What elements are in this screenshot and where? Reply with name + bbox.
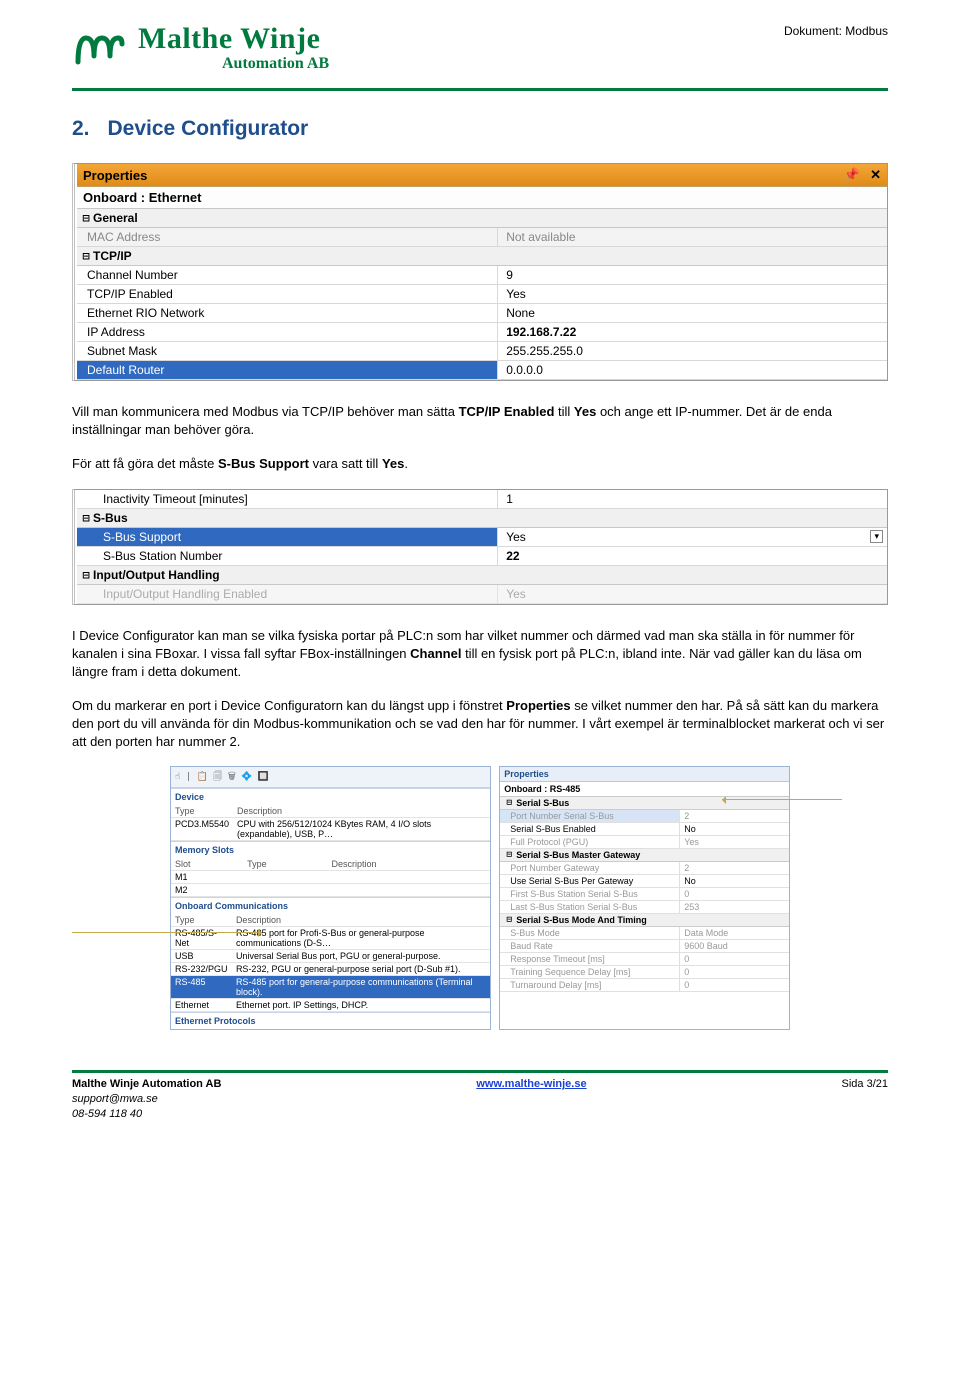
row-full-protocol[interactable]: Full Protocol (PGU)Yes: [500, 836, 789, 849]
screenshot-device-config: ☝ | 📋 🗐 🗑 💠 🔲 Device TypeDescription PCD…: [72, 766, 888, 1030]
row-ip[interactable]: IP Address 192.168.7.22: [77, 323, 887, 342]
row-default-router[interactable]: Default Router 0.0.0.0: [77, 361, 887, 380]
row-port-gateway[interactable]: Port Number Gateway2: [500, 862, 789, 875]
close-icon[interactable]: ✕: [870, 167, 881, 183]
row-turnaround-delay[interactable]: Turnaround Delay [ms]0: [500, 979, 789, 992]
panel-title: Properties: [83, 168, 147, 183]
slot-row[interactable]: M2: [171, 884, 490, 897]
toolbar[interactable]: ☝ | 📋 🗐 🗑 💠 🔲: [171, 767, 490, 788]
row-io-enabled: Input/Output Handling Enabled Yes: [77, 585, 887, 604]
row-sbus-enabled[interactable]: Serial S-Bus EnabledNo: [500, 823, 789, 836]
row-mac: MAC Address Not available: [77, 228, 887, 247]
logo: Malthe Winje Automation AB: [72, 24, 329, 72]
device-table: TypeDescription PCD3.M5540CPU with 256/5…: [171, 805, 490, 841]
category-tcpip[interactable]: ⊟TCP/IP: [77, 247, 887, 266]
row-training-delay[interactable]: Training Sequence Delay [ms]0: [500, 966, 789, 979]
footer-right: Sida 3/21: [842, 1077, 888, 1122]
footer-company: Malthe Winje Automation AB: [72, 1078, 221, 1090]
panel-titlebar: Properties 📌 ✕: [77, 164, 887, 187]
paragraph-3: I Device Configurator kan man se vilka f…: [72, 627, 888, 681]
category-io[interactable]: ⊟Input/Output Handling: [77, 566, 887, 585]
screenshot-properties-ethernet: Properties 📌 ✕ Onboard : Ethernet ⊟Gener…: [72, 163, 888, 381]
panel-subtitle: Onboard : Ethernet: [77, 187, 887, 209]
row-last-station[interactable]: Last S-Bus Station Serial S-Bus253: [500, 901, 789, 914]
footer-link[interactable]: www.malthe-winje.se: [476, 1078, 586, 1090]
device-row[interactable]: PCD3.M5540CPU with 256/512/1024 KBytes R…: [171, 818, 490, 841]
footer-center: www.malthe-winje.se: [476, 1077, 586, 1122]
doc-label: Dokument: Modbus: [784, 24, 888, 38]
panel-title: Properties: [500, 767, 789, 782]
row-baud-rate[interactable]: Baud Rate9600 Baud: [500, 940, 789, 953]
comm-row[interactable]: RS-485/S-NetRS-485 port for Profi-S-Bus …: [171, 927, 490, 950]
section-heading: 2. Device Configurator: [72, 117, 888, 141]
arrow-right-icon: [722, 799, 842, 800]
row-first-station[interactable]: First S-Bus Station Serial S-Bus0: [500, 888, 789, 901]
slot-row[interactable]: M1: [171, 871, 490, 884]
memory-heading: Memory Slots: [171, 841, 490, 858]
footer-phone: 08-594 118 40: [72, 1108, 142, 1120]
comm-row[interactable]: USBUniversal Serial Bus port, PGU or gen…: [171, 950, 490, 963]
section-title: Device Configurator: [108, 117, 309, 140]
row-channel[interactable]: Channel Number 9: [77, 266, 887, 285]
category-sbus[interactable]: ⊟S-Bus: [77, 509, 887, 528]
label-mac: MAC Address: [77, 228, 498, 246]
dropdown-icon[interactable]: ▾: [870, 530, 883, 543]
category-mode-timing[interactable]: ⊟Serial S-Bus Mode And Timing: [500, 914, 789, 927]
row-sbus-support[interactable]: S-Bus Support Yes ▾: [77, 528, 887, 547]
comm-heading: Onboard Communications: [171, 897, 490, 914]
logo-text1: Malthe Winje: [138, 24, 329, 54]
screenshot-sbus: Inactivity Timeout [minutes] 1 ⊟S-Bus S-…: [72, 489, 888, 605]
memory-table: SlotTypeDescription M1 M2: [171, 858, 490, 897]
category-master-gateway[interactable]: ⊟Serial S-Bus Master Gateway: [500, 849, 789, 862]
row-sbus-mode[interactable]: S-Bus ModeData Mode: [500, 927, 789, 940]
value-mac: Not available: [498, 228, 887, 246]
row-port-number[interactable]: Port Number Serial S-Bus2: [500, 810, 789, 823]
footer-left: Malthe Winje Automation AB support@mwa.s…: [72, 1077, 221, 1122]
comm-table: TypeDescription RS-485/S-NetRS-485 port …: [171, 914, 490, 1012]
arrow-left-icon: [72, 932, 262, 933]
device-heading: Device: [171, 788, 490, 805]
category-general[interactable]: ⊟General: [77, 209, 887, 228]
row-sbus-station[interactable]: S-Bus Station Number 22: [77, 547, 887, 566]
page-header: Malthe Winje Automation AB Dokument: Mod…: [72, 24, 888, 76]
comm-row[interactable]: RS-232/PGURS-232, PGU or general-purpose…: [171, 963, 490, 976]
paragraph-1: Vill man kommunicera med Modbus via TCP/…: [72, 403, 888, 439]
eth-protocols-heading: Ethernet Protocols: [171, 1012, 490, 1029]
row-use-gateway[interactable]: Use Serial S-Bus Per GatewayNo: [500, 875, 789, 888]
comm-row[interactable]: EthernetEthernet port. IP Settings, DHCP…: [171, 999, 490, 1012]
logo-icon: [72, 26, 128, 71]
row-tcpip-enabled[interactable]: TCP/IP Enabled Yes: [77, 285, 887, 304]
comm-row-selected[interactable]: RS-485RS-485 port for general-purpose co…: [171, 976, 490, 999]
device-pane: ☝ | 📋 🗐 🗑 💠 🔲 Device TypeDescription PCD…: [170, 766, 491, 1030]
row-subnet[interactable]: Subnet Mask 255.255.255.0: [77, 342, 887, 361]
page-footer: Malthe Winje Automation AB support@mwa.s…: [72, 1073, 888, 1152]
section-number: 2.: [72, 117, 90, 140]
footer-email: support@mwa.se: [72, 1093, 158, 1105]
logo-text2: Automation AB: [222, 56, 329, 72]
row-response-timeout[interactable]: Response Timeout [ms]0: [500, 953, 789, 966]
panel-subtitle: Onboard : RS-485: [500, 782, 789, 797]
paragraph-2: För att få göra det måste S-Bus Support …: [72, 455, 888, 473]
properties-pane-rs485: Properties Onboard : RS-485 ⊟Serial S-Bu…: [499, 766, 790, 1030]
row-inactivity[interactable]: Inactivity Timeout [minutes] 1: [77, 490, 887, 509]
row-rio[interactable]: Ethernet RIO Network None: [77, 304, 887, 323]
header-rule: [72, 88, 888, 91]
pin-icon[interactable]: 📌: [844, 167, 860, 183]
page-number: Sida 3/21: [842, 1078, 888, 1090]
paragraph-4: Om du markerar en port i Device Configur…: [72, 697, 888, 751]
